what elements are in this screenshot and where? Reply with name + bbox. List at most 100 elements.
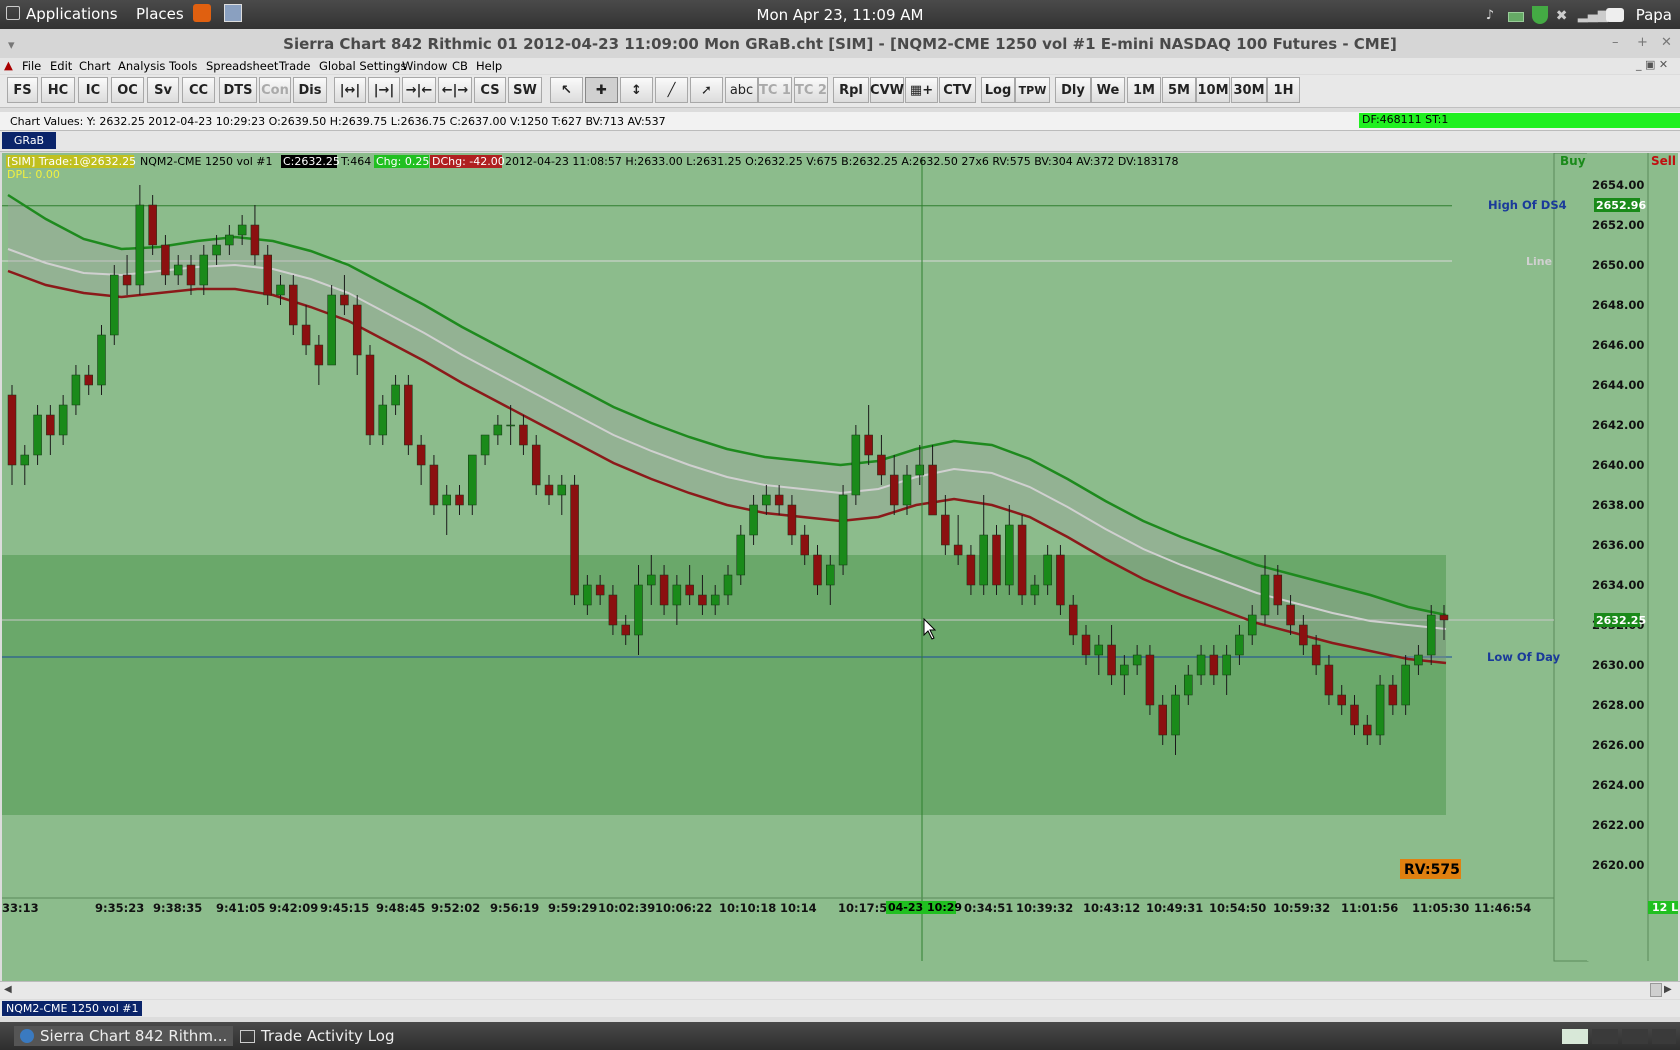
menu-tools[interactable]: Tools [169,59,197,73]
volume-icon[interactable]: ♪ [1486,8,1500,23]
tpw-button[interactable]: TPW [1015,77,1050,103]
scroll-right-arrow-icon[interactable]: ▶ [1664,984,1672,995]
candle-body [800,534,809,556]
line-tool-icon[interactable]: ╱ [655,77,688,103]
menu-edit[interactable]: Edit [50,59,72,73]
tab-grab[interactable]: GRaB [2,132,56,149]
10m-button[interactable]: 10M [1196,77,1230,103]
scroll-left-arrow-icon[interactable]: ◀ [4,984,12,995]
oc-button[interactable]: OC [111,77,144,103]
ray-tool-icon[interactable]: ➚ [690,77,723,103]
menu-global-settings[interactable]: Global Settings [319,59,407,73]
menu-help[interactable]: Help [476,59,502,73]
sw-button[interactable]: SW [508,77,542,103]
chat-icon[interactable] [1605,8,1624,22]
candle-body [710,594,720,606]
candle-body [877,454,886,476]
x-tick-label: 9:41:05 [216,901,265,915]
x-tick-label: 10:43:12 [1083,901,1140,915]
rpl-button[interactable]: Rpl [833,77,869,103]
candle-body [595,584,605,596]
zoom-fit-icon[interactable]: ←|→ [438,77,472,103]
weekly-button[interactable]: We [1091,77,1125,103]
candle-body [391,384,400,406]
1m-button[interactable]: 1M [1127,77,1161,103]
menu-file[interactable]: File [22,59,41,73]
zoom-in-icon[interactable]: |→| [368,77,400,103]
candle-body [813,554,822,586]
tc2-button[interactable]: TC 2 [794,77,828,103]
x-tick-label: 11:01:56 [1341,901,1398,915]
clock[interactable]: Mon Apr 23, 11:09 AM [0,6,1680,24]
candle-body [557,484,567,496]
user-name[interactable]: Papa [1636,6,1672,24]
window-titlebar[interactable]: ▾ Sierra Chart 842 Rithmic 01 2012-04-23… [0,29,1680,59]
scroll-thumb[interactable] [1650,983,1662,997]
1h-button[interactable]: 1H [1267,77,1300,103]
zoom-out-icon[interactable]: →|← [402,77,436,103]
menu-chart[interactable]: Chart [79,59,111,73]
candle-body [659,574,669,606]
5m-button[interactable]: 5M [1162,77,1196,103]
candle-body [787,504,797,536]
x-tick-label: 10:59:32 [1273,901,1330,915]
candle-body [1005,524,1014,586]
sell-label[interactable]: Sell [1651,154,1676,168]
candle-body [1158,704,1167,736]
pointer-icon[interactable]: ↖ [550,77,583,103]
hc-button[interactable]: HC [41,77,75,103]
ic-button[interactable]: IC [78,77,108,103]
candle-body [1030,584,1040,596]
horizontal-scrollbar[interactable]: ◀ ▶ [0,981,1680,999]
menu-cb[interactable]: CB [452,59,468,73]
menu-analysis[interactable]: Analysis [118,59,165,73]
candle-body [749,504,758,536]
con-button[interactable]: Con [259,77,291,103]
workspace-3[interactable] [1622,1029,1648,1044]
menu-spreadsheet[interactable]: Spreadsheet [206,59,278,73]
maximize-icon[interactable]: + [1637,35,1648,50]
cvw-button[interactable]: CVW [870,77,904,103]
menu-trade[interactable]: Trade [279,59,311,73]
trade-window-icon[interactable]: ▦+ [905,77,938,103]
bluetooth-icon[interactable]: ✖ [1556,8,1570,24]
workspace-1[interactable] [1562,1029,1588,1044]
shield-icon[interactable] [1531,6,1548,24]
cc-button[interactable]: CC [182,77,215,103]
menu-window[interactable]: Window [402,59,447,73]
battery-icon[interactable] [1507,11,1524,22]
y-tick-label: 2642.00 [1592,418,1644,432]
price-chart[interactable]: 2654.00 2652.00 2650.00 2648.00 2646.00 2644.… [2,152,1678,981]
dts-button[interactable]: DTS [219,77,257,103]
close-icon[interactable]: ✕ [1661,35,1672,50]
buy-label[interactable]: Buy [1560,154,1586,168]
text-tool-button[interactable]: abc [725,77,758,103]
scroll-left-icon[interactable]: |↔| [334,77,366,103]
window-title: Sierra Chart 842 Rithmic 01 2012-04-23 1… [283,35,1397,53]
crosshair-icon[interactable]: ✚ [585,77,618,103]
minimize-icon[interactable]: – [1612,35,1619,50]
chart-svg[interactable]: 2654.00 2652.00 2650.00 2648.00 2646.00 2644.… [2,152,1678,981]
chart-tab-nqm2[interactable]: NQM2-CME 1250 vol #1 [2,1001,143,1016]
workspace-4[interactable] [1652,1029,1676,1044]
candle-body [1081,634,1091,656]
x-tick-label: 9:38:35 [153,901,202,915]
x-tick-label: 9:59:29 [548,901,597,915]
ctv-button[interactable]: CTV [939,77,976,103]
task-trade-activity-log[interactable]: Trade Activity Log [240,1026,395,1046]
signal-icon[interactable]: ▂▄▆ [1578,8,1608,23]
task-sierra-chart[interactable]: Sierra Chart 842 Rithm... [14,1026,234,1046]
workspace-2[interactable] [1592,1029,1618,1044]
candle-body [1209,654,1219,676]
daily-button[interactable]: Dly [1055,77,1091,103]
mdi-controls[interactable]: _ ▣ ✕ [1636,58,1668,71]
cs-button[interactable]: CS [474,77,506,103]
fs-button[interactable]: FS [7,77,38,103]
tc1-button[interactable]: TC 1 [758,77,792,103]
log-button[interactable]: Log [981,77,1015,103]
measure-icon[interactable]: ↕ [620,77,653,103]
dis-button[interactable]: Dis [293,77,327,103]
30m-button[interactable]: 30M [1231,77,1267,103]
sv-button[interactable]: Sv [147,77,179,103]
close-badge: C:2632.25 [283,155,340,168]
